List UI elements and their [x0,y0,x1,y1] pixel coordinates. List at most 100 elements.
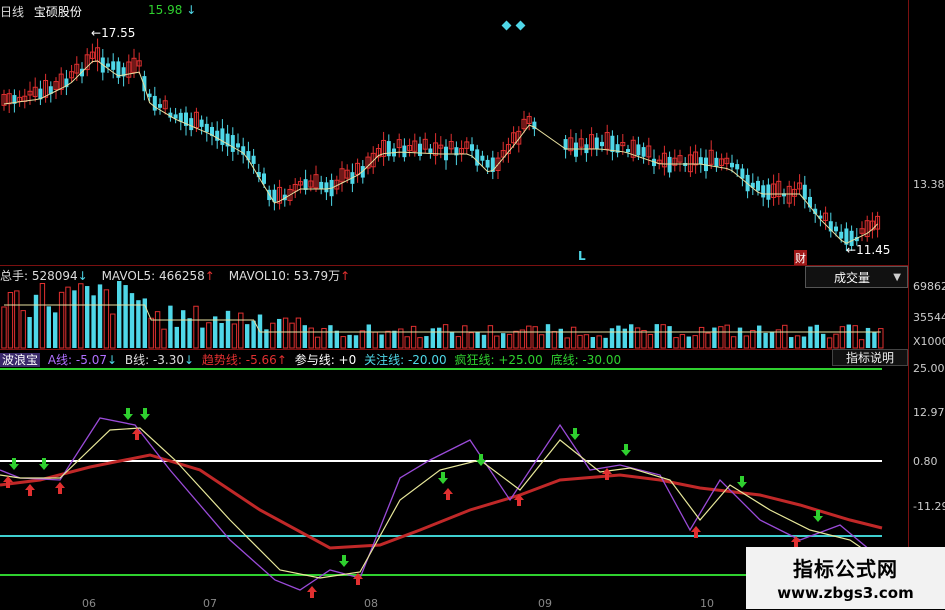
sell-arrow-icon [140,408,150,420]
candle-body [766,184,771,200]
candle-body [204,123,209,133]
volume-bar [852,325,858,349]
sell-arrow-icon [737,476,747,488]
indicator-axis-label: 12.97 [913,406,945,419]
volume-bar [750,329,756,349]
volume-bar [289,322,295,349]
candle-body [236,143,240,148]
volume-bar [814,324,819,348]
candle-body [251,155,256,164]
candle-body [714,157,719,168]
candle-body [324,182,329,193]
volume-bar [359,330,366,349]
indicator-selector-dropdown[interactable]: 成交量 ▼ [805,266,908,288]
volume-bar [538,334,545,349]
volume-bar [692,335,698,349]
volume-bar [53,312,58,348]
volume-bar [7,292,14,349]
right-axis: 13.38 69862 35544 X1000 25.00 12.97 0.80… [908,0,945,609]
b-line-value: B线: -3.30 [124,353,184,367]
volume-bar [245,324,250,348]
volume-bar [193,305,199,349]
volume-bar [789,337,794,348]
volume-bar [20,310,26,349]
volume-bar [103,289,110,349]
volume-ma-line [4,304,881,333]
volume-bar [97,284,103,348]
volume-bar [468,332,474,349]
volume-bar [730,336,737,349]
volume-bar [839,326,846,349]
current-price: 15.98 ↓ [148,3,196,17]
volume-bar [161,328,167,349]
volume-bar [858,339,865,349]
candle-body [730,162,734,168]
indicator-help-button[interactable]: 指标说明 [832,349,908,366]
candle-body [111,61,116,70]
price-axis-label: 13.38 [913,178,945,191]
volume-bar [475,331,480,348]
candle-body [485,159,490,168]
date-label: 08 [364,597,378,610]
volume-bar [769,332,775,348]
volume-bar [577,334,583,349]
volume-bar [238,312,244,349]
volume-bar [782,324,788,349]
volume-bar [168,305,173,348]
candle-body [402,145,407,158]
candle-body [641,147,646,157]
volume-bar [314,336,321,349]
volume-bar [85,286,90,348]
candle-body [636,144,641,156]
volume-bar [667,326,672,348]
volume-bar [673,337,679,349]
dropdown-label: 成交量 [834,271,871,285]
current-price-value: 15.98 [148,3,183,17]
volume-bar [705,332,711,349]
low-price-label: ←11.45 [846,243,891,257]
volume-bar [295,317,302,349]
volume-axis-label: 35544 [913,311,945,324]
volume-bar [219,323,224,348]
candle-body [761,185,766,198]
indicator-axis-label: -11.29 [913,500,945,513]
volume-bar [136,300,141,348]
volume-bar [379,334,384,348]
volume-bar [821,333,826,348]
volume-bar [551,331,558,349]
volume-bar [449,331,455,348]
volume-bar [609,328,615,348]
finance-marker[interactable]: 财 [794,250,807,266]
volume-bar [392,330,397,348]
volume-bar [72,290,77,348]
indicator-name: 波浪宝 [0,353,41,367]
candle-body [189,118,194,131]
volume-bar [372,331,378,349]
volume-bar [148,317,154,349]
candle-body [178,112,183,122]
volume-header: 总手: 528094↓ MAVOL5: 466258↑ MAVOL10: 53.… [0,267,350,284]
volume-bar [506,333,513,349]
volume-bar [794,335,801,349]
volume-bar [846,324,851,348]
price-volume-divider [0,265,908,266]
indicator-axis-label: 25.00 [913,362,945,375]
volume-bar [629,324,634,348]
volume-bar [65,286,71,349]
indicator-header: 波浪宝 A线: -5.07↓ B线: -3.30↓ 趋势线: -5.66↑ 参与… [0,351,621,368]
volume-bar [181,310,186,348]
watermark-url: www.zbgs3.com [777,584,914,602]
volume-bar [865,327,871,348]
volume-bar [654,324,659,348]
volume-bar [801,336,807,348]
volume-bar [308,327,314,349]
volume-bar [437,327,442,348]
a-line-arrow: ↓ [106,353,118,367]
volume-bar [647,333,654,349]
candle-body [839,231,844,239]
volume-axis-label: 69862 [913,280,945,293]
mavol5-arrow: ↑ [204,269,215,283]
volume-bar [270,322,276,349]
candle-body [319,181,324,189]
candle-body [199,119,204,127]
